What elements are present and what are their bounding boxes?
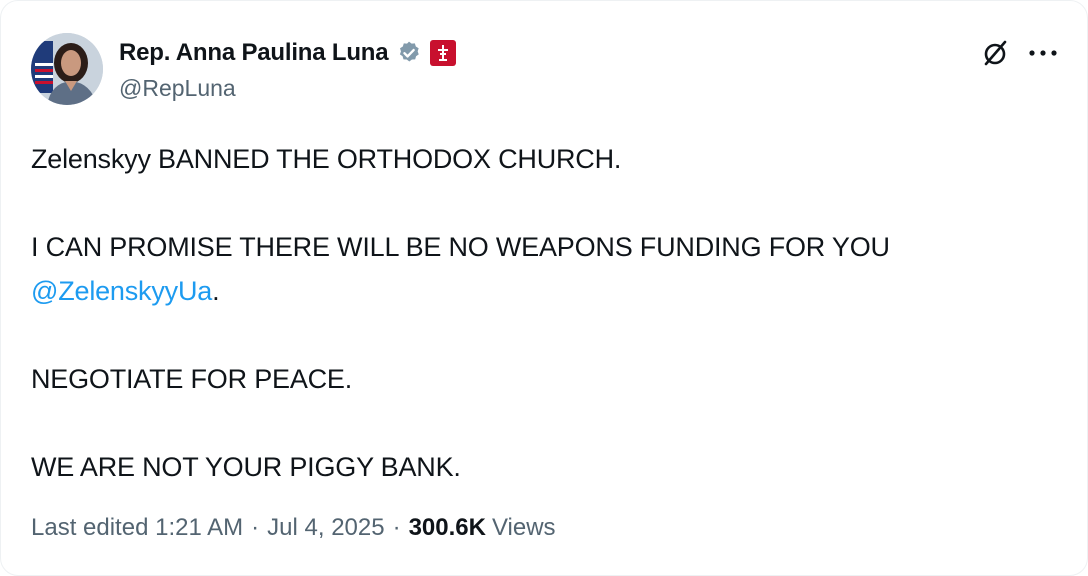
- affiliation-badge-icon[interactable]: [430, 40, 457, 66]
- tweet-line-1: Zelenskyy BANNED THE ORTHODOX CHURCH.: [31, 144, 622, 174]
- more-options-icon[interactable]: [1023, 35, 1063, 71]
- tweet-meta: Last edited 1:21 AM · Jul 4, 2025 · 300.…: [31, 514, 556, 542]
- edited-label: Last edited: [31, 514, 149, 541]
- verified-badge-icon[interactable]: [396, 40, 422, 66]
- edited-timestamp-link[interactable]: Last edited 1:21 AM: [31, 514, 243, 542]
- tweet-line-2-end: .: [212, 276, 220, 306]
- author-name-row: Rep. Anna Paulina Luna: [119, 35, 457, 71]
- meta-separator: ·: [392, 514, 401, 541]
- views-label: Views: [491, 514, 556, 541]
- tweet-time: 1:21 AM: [155, 514, 244, 541]
- tweet-paragraph-2: I CAN PROMISE THERE WILL BE NO WEAPONS F…: [31, 225, 1051, 313]
- tweet-line-2-text: I CAN PROMISE THERE WILL BE NO WEAPONS F…: [31, 232, 890, 262]
- tweet-paragraph-4: WE ARE NOT YOUR PIGGY BANK.: [31, 445, 1051, 489]
- tweet-date[interactable]: Jul 4, 2025: [267, 514, 384, 542]
- author-handle[interactable]: @RepLuna: [119, 75, 236, 102]
- mention-link[interactable]: @ZelenskyyUa: [31, 276, 212, 306]
- tweet-paragraph-1: Zelenskyy BANNED THE ORTHODOX CHURCH.: [31, 137, 1051, 181]
- tweet-card: Rep. Anna Paulina Luna @RepLuna Zelensky…: [0, 0, 1088, 576]
- tweet-paragraph-3: NEGOTIATE FOR PEACE.: [31, 357, 1051, 401]
- author-display-name[interactable]: Rep. Anna Paulina Luna: [119, 39, 389, 67]
- author-avatar[interactable]: [31, 33, 103, 105]
- tweet-line-3: NEGOTIATE FOR PEACE.: [31, 364, 353, 394]
- tweet-line-4: WE ARE NOT YOUR PIGGY BANK.: [31, 452, 461, 482]
- tweet-text: Zelenskyy BANNED THE ORTHODOX CHURCH. I …: [31, 137, 1051, 489]
- grok-icon[interactable]: [977, 35, 1013, 71]
- meta-separator: ·: [251, 514, 260, 541]
- views-count: 300.6K: [408, 514, 486, 541]
